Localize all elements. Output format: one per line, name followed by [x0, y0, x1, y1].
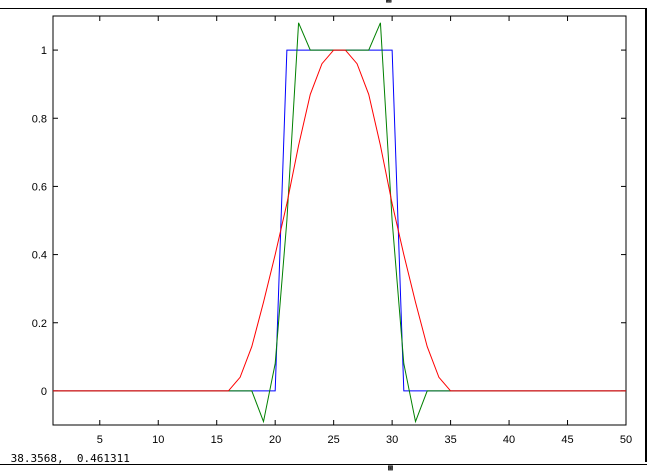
tick-group: 5 10 15 20 25 30 35 40 45 50 0 0.2 0.4 0.6 0.8 1 — [32, 16, 632, 446]
x-tick-label: 20 — [269, 434, 281, 446]
plot-frame — [52, 15, 627, 426]
top-grid-icon: ▩ — [386, 0, 392, 5]
x-tick-label: 25 — [328, 434, 340, 446]
x-tick-label: 50 — [620, 434, 632, 446]
plot-window[interactable]: 5 10 15 20 25 30 35 40 45 50 0 0.2 0.4 0.6 0.8 1 — [0, 9, 647, 462]
y-tick-label: 0.8 — [32, 113, 47, 125]
y-tick-label: 0 — [41, 386, 47, 398]
series-line-2 — [53, 49, 626, 392]
series-line-1 — [53, 22, 626, 424]
top-message-strip: ▩ — [0, 0, 647, 9]
series-line-0 — [53, 49, 626, 392]
x-tick-label: 35 — [444, 434, 456, 446]
series-group — [53, 22, 626, 424]
line-chart[interactable]: 5 10 15 20 25 30 35 40 45 50 0 0.2 0.4 0.6 0.8 1 — [0, 9, 645, 462]
y-tick-label: 1 — [41, 45, 47, 57]
x-tick-label: 45 — [561, 434, 573, 446]
x-tick-label: 10 — [152, 434, 164, 446]
x-tick-label: 5 — [97, 434, 103, 446]
y-tick-label: 0.2 — [32, 318, 47, 330]
status-grid-icon: ▩ — [388, 464, 393, 472]
y-tick-label: 0.6 — [32, 181, 47, 193]
y-tick-label: 0.4 — [32, 250, 47, 262]
x-tick-label: 40 — [503, 434, 515, 446]
x-tick-label: 15 — [211, 434, 223, 446]
x-tick-label: 30 — [386, 434, 398, 446]
